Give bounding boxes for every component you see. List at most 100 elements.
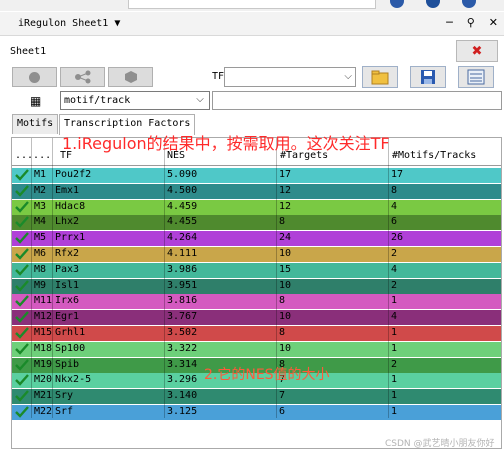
row-targets: 10: [279, 248, 292, 259]
minimize-icon[interactable]: ─: [446, 16, 453, 29]
row-targets: 17: [279, 169, 292, 180]
check-icon[interactable]: [15, 295, 29, 308]
row-tf: Sp100: [55, 342, 86, 354]
row-nes: 5.090: [167, 169, 198, 180]
row-nes: 3.951: [167, 279, 198, 291]
table-row[interactable]: M15 Grhl1 3.502 8 1: [12, 326, 501, 341]
globe-icon[interactable]: [426, 0, 440, 8]
column-divider: [164, 138, 165, 418]
check-icon[interactable]: [15, 358, 29, 371]
table-row[interactable]: M5 Prrx1 4.264 24 26: [12, 231, 501, 247]
save-button[interactable]: [410, 66, 446, 88]
row-targets: 10: [279, 342, 292, 354]
table-row[interactable]: M6 Rfx2 4.111 10 2: [12, 247, 501, 262]
row-rank: M3: [34, 200, 47, 212]
check-icon[interactable]: [15, 342, 29, 355]
row-rank: M18: [34, 342, 52, 354]
top-strip: [0, 0, 504, 11]
sheet-label: Sheet1: [10, 46, 47, 57]
check-icon[interactable]: [15, 169, 29, 181]
row-motifs: 26: [391, 232, 404, 244]
row-tf: Prrx1: [55, 232, 86, 244]
row-nes: 3.314: [167, 358, 198, 370]
header-rank[interactable]: ......: [15, 150, 51, 161]
row-nes: 4.500: [167, 184, 198, 196]
row-motifs: 1: [391, 406, 398, 417]
address-field[interactable]: [128, 0, 376, 9]
table-row[interactable]: M4 Lhx2 4.455 8 6: [12, 215, 501, 231]
row-targets: 10: [279, 311, 292, 323]
close-results-button[interactable]: ✖: [456, 40, 498, 62]
panel-title[interactable]: iRegulon Sheet1 ▼: [18, 18, 120, 29]
table-row[interactable]: M8 Pax3 3.986 15 4: [12, 262, 501, 278]
row-targets: 10: [279, 279, 292, 291]
check-icon[interactable]: [15, 216, 29, 229]
row-tf: Pax3: [55, 263, 80, 275]
row-tf: Isl1: [55, 279, 80, 291]
row-tf: Rfx2: [55, 248, 80, 259]
row-rank: M12: [34, 311, 52, 323]
close-icon[interactable]: ✕: [489, 16, 498, 29]
row-motifs: 1: [391, 390, 398, 402]
pin-icon[interactable]: ⚲: [467, 16, 475, 29]
row-nes: 4.111: [167, 248, 198, 259]
table-grid-icon: ▦: [30, 94, 42, 108]
check-icon[interactable]: [15, 406, 29, 418]
table-row[interactable]: M9 Isl1 3.951 10 2: [12, 278, 501, 294]
tf-label: TF: [212, 71, 225, 82]
row-motifs: 1: [391, 374, 398, 386]
check-icon[interactable]: [15, 279, 29, 292]
check-icon[interactable]: [15, 232, 29, 244]
check-icon[interactable]: [15, 374, 29, 387]
row-rank: M11: [34, 295, 52, 307]
row-nes: 4.459: [167, 200, 198, 212]
row-nes: 3.125: [167, 406, 198, 417]
row-tf: Sry: [55, 390, 74, 402]
table-row[interactable]: M3 Hdac8 4.459 12 4: [12, 199, 501, 215]
tab-motifs[interactable]: Motifs: [12, 114, 59, 134]
column-divider: [52, 138, 53, 418]
red-x-icon: ✖: [471, 43, 483, 59]
tf-select[interactable]: ⌵: [224, 67, 356, 87]
table-row[interactable]: M21 Sry 3.140 7 1: [12, 389, 501, 405]
header-motifs[interactable]: #Motifs/Tracks: [392, 150, 476, 161]
table-row[interactable]: M11 Irx6 3.816 8 1: [12, 294, 501, 310]
row-rank: M1: [34, 169, 47, 180]
table-row[interactable]: M22 Srf 3.125 6 1: [12, 405, 501, 420]
table-row[interactable]: M12 Egr1 3.767 10 4: [12, 310, 501, 326]
check-icon[interactable]: [15, 248, 29, 260]
row-nes: 3.816: [167, 295, 198, 307]
export-button[interactable]: [458, 66, 494, 88]
row-tf: Emx1: [55, 184, 80, 196]
check-icon[interactable]: [15, 311, 29, 323]
circle-button[interactable]: [12, 67, 57, 87]
row-nes: 3.986: [167, 263, 198, 275]
row-motifs: 6: [391, 216, 398, 228]
search-input[interactable]: [212, 91, 502, 110]
user-icon[interactable]: [462, 0, 476, 8]
row-nes: 3.322: [167, 342, 198, 354]
add-to-sheet-button[interactable]: [362, 66, 398, 88]
motif-track-select[interactable]: motif/track ⌵: [60, 91, 210, 110]
row-tf: Grhl1: [55, 327, 86, 338]
table-row[interactable]: M1 Pou2f2 5.090 17 17: [12, 168, 501, 183]
check-icon[interactable]: [15, 390, 29, 402]
row-motifs: 2: [391, 248, 398, 259]
row-nes: 4.455: [167, 216, 198, 228]
chevron-down-icon: ⌵: [344, 71, 352, 82]
network-button[interactable]: [60, 67, 105, 87]
check-icon[interactable]: [15, 263, 29, 276]
table-row[interactable]: M2 Emx1 4.500 12 8: [12, 183, 501, 199]
row-motifs: 2: [391, 358, 398, 370]
table-row[interactable]: M18 Sp100 3.322 10 1: [12, 341, 501, 357]
row-nes: 3.502: [167, 327, 198, 338]
check-icon[interactable]: [15, 200, 29, 213]
check-icon[interactable]: [15, 327, 29, 339]
row-motifs: 4: [391, 263, 398, 275]
hexagon-button[interactable]: [108, 67, 153, 87]
export-icon: [467, 69, 485, 85]
annotation-top: 1.iRegulon的结果中，按需取用。这次关注TF: [62, 134, 390, 153]
app-icon[interactable]: [390, 0, 404, 8]
check-icon[interactable]: [15, 184, 29, 197]
row-targets: 8: [279, 216, 286, 228]
